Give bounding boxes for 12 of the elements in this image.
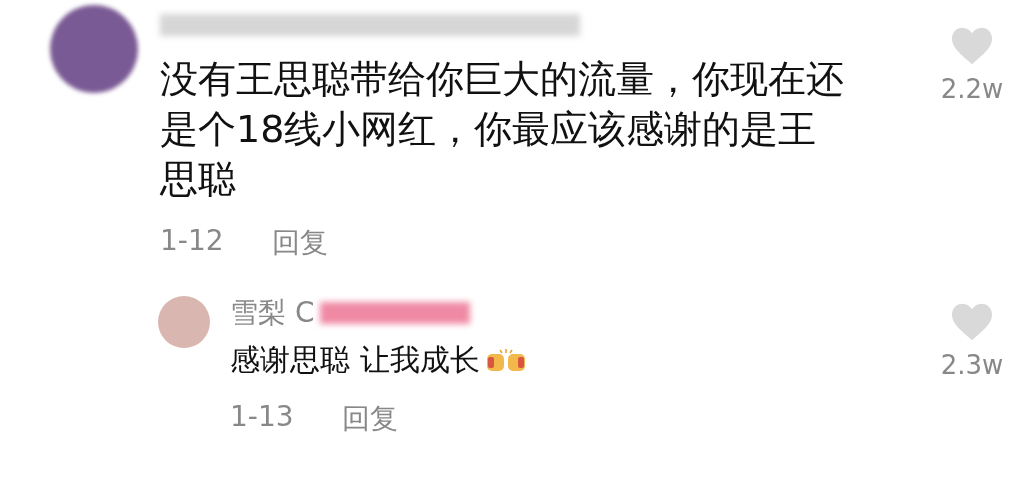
comment-date: 1-12 [160,224,224,259]
like-count: 2.2w [940,74,1004,104]
heart-icon[interactable] [950,302,994,342]
username[interactable]: 雪梨 C [230,294,315,332]
avatar[interactable] [50,5,138,93]
comment-text: 没有王思聪带给你巨大的流量，你现在还是个18线小网红，你最应该感谢的是王思聪 [160,56,845,203]
comment-date: 1-13 [230,400,294,435]
reply-text: 感谢思聪 让我成长 [230,338,830,382]
like-count: 2.3w [940,350,1004,380]
reply-link[interactable]: 回复 [341,400,398,438]
heart-icon[interactable] [950,26,994,66]
reply-link[interactable]: 回复 [271,224,328,262]
